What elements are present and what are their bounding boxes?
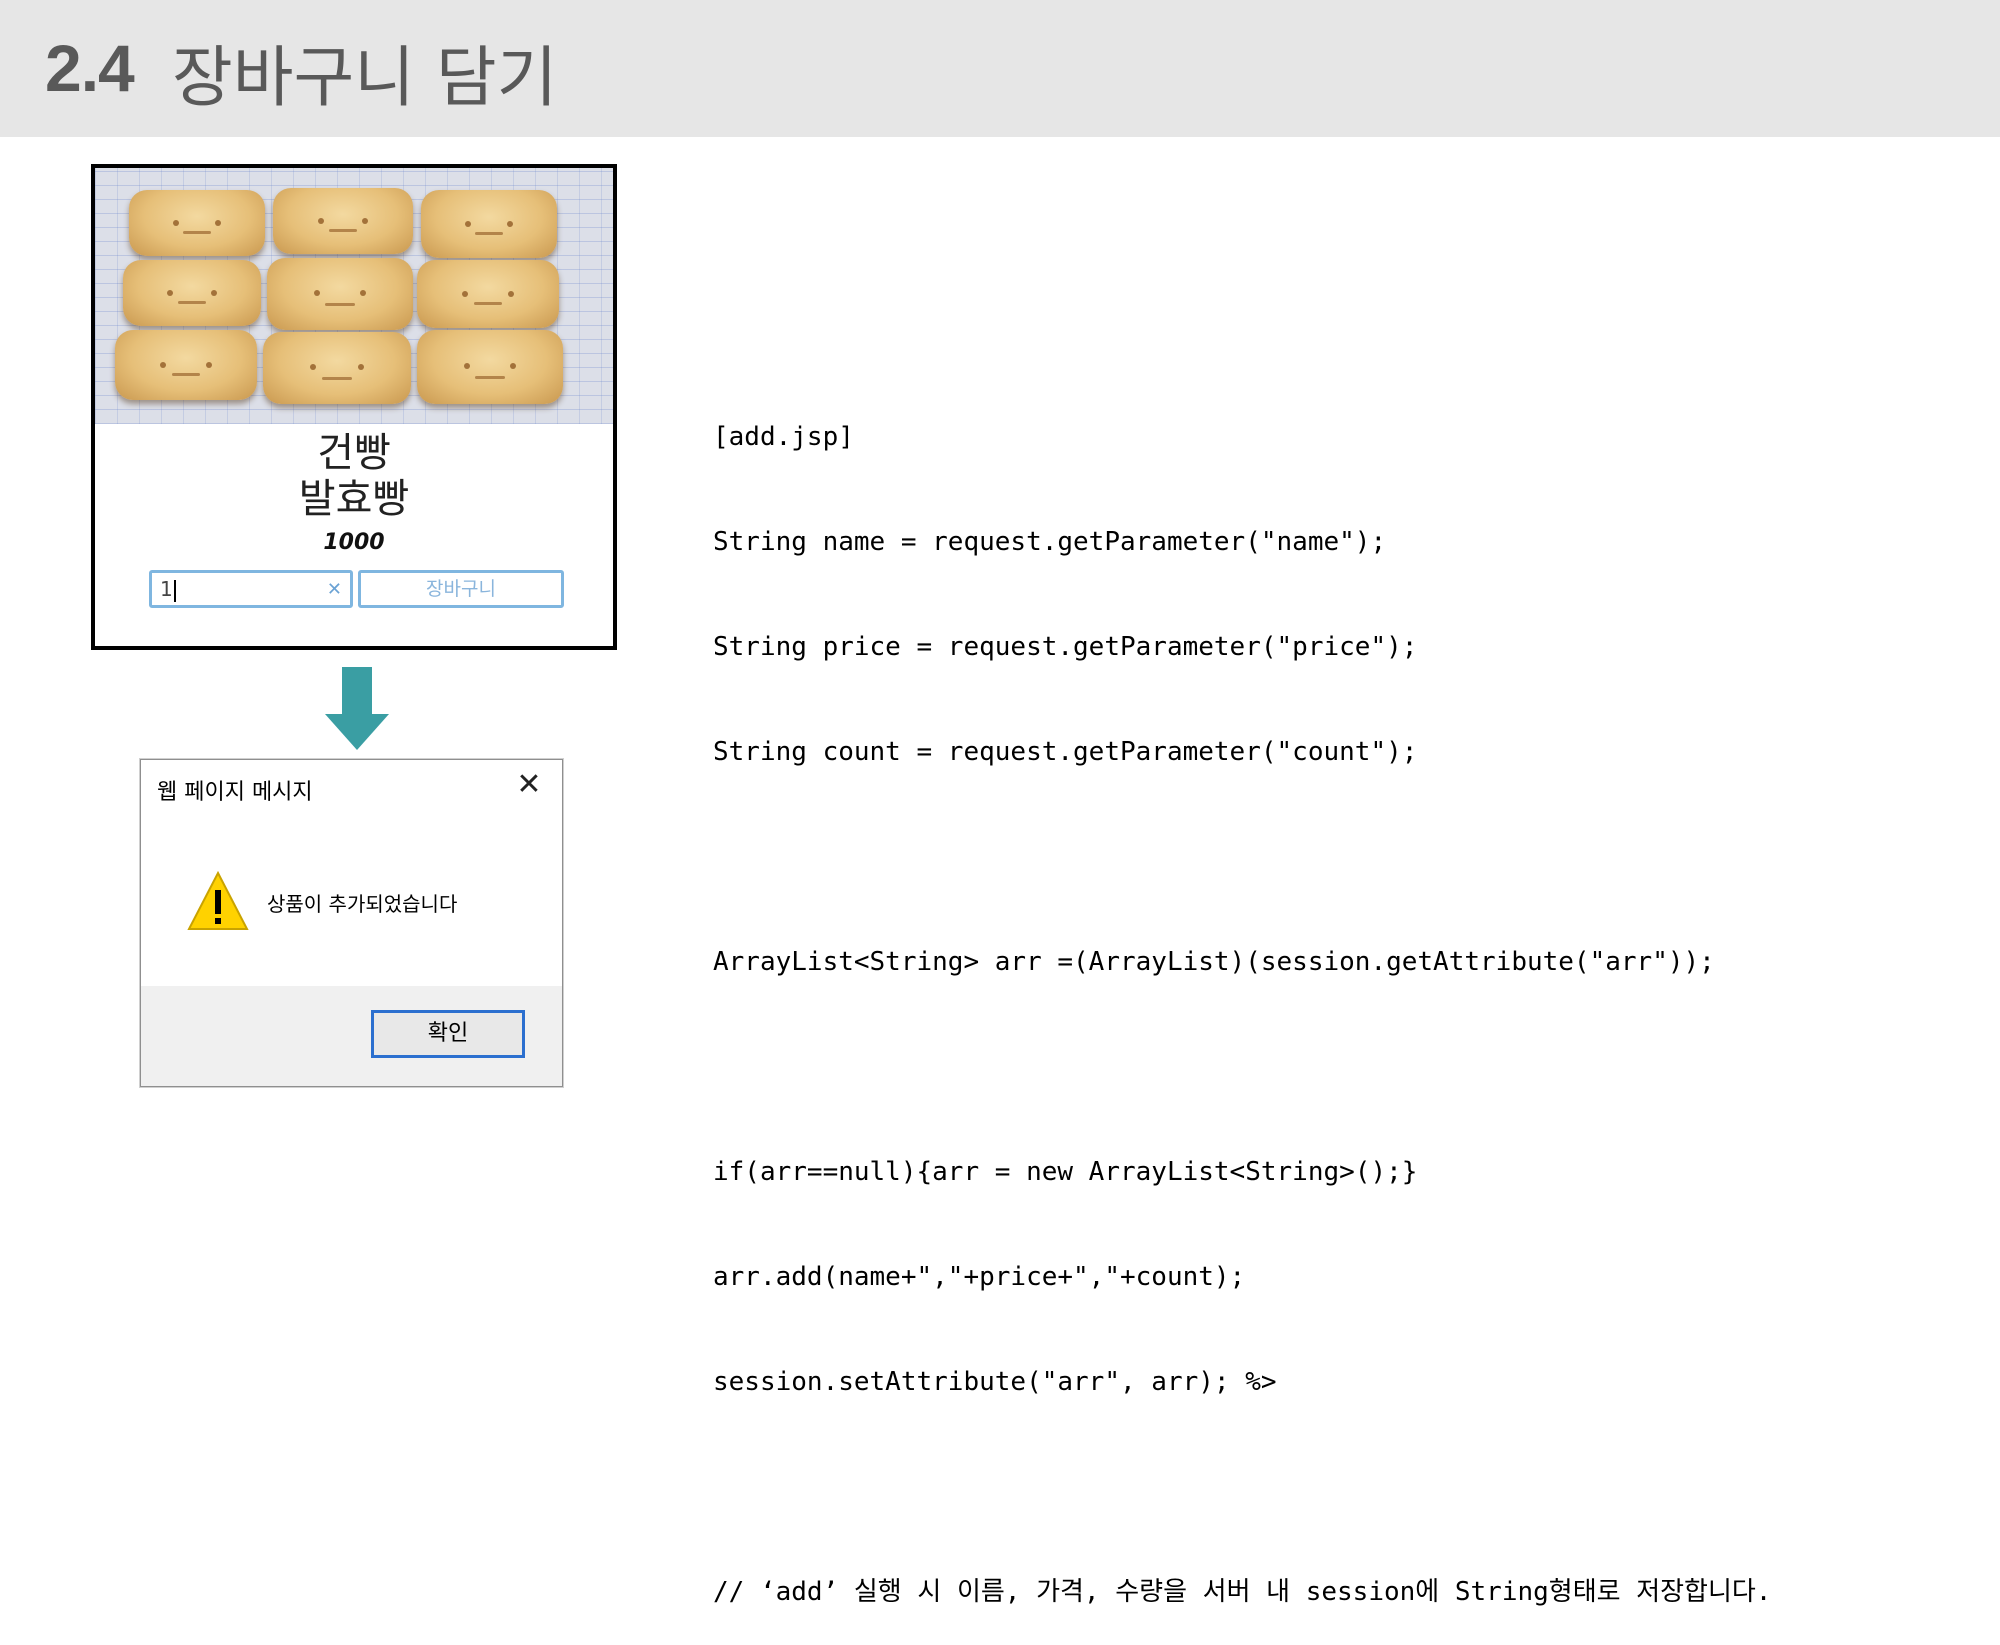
code-line: if(arr==null){arr = new ArrayList<String… [713, 1157, 1418, 1187]
slide-header: 2.4 장바구니 담기 [0, 0, 2000, 137]
down-arrow-icon [342, 667, 372, 715]
product-card: 건빵 발효빵 1000 1 ✕ 장바구니 [91, 164, 617, 650]
code-line: arr.add(name+","+price+","+count); [713, 1262, 1246, 1292]
code-block: [add.jsp] String name = request.getParam… [713, 350, 1771, 1645]
code-line: String price = request.getParameter("pri… [713, 632, 1418, 662]
close-icon[interactable]: ✕ [514, 770, 544, 800]
warning-icon [187, 870, 249, 930]
ok-button[interactable]: 확인 [371, 1010, 525, 1058]
code-line: String count = request.getParameter("cou… [713, 737, 1418, 767]
quantity-input[interactable]: 1 ✕ [149, 570, 353, 608]
code-line: String name = request.getParameter("name… [713, 527, 1387, 557]
code-line: ArrayList<String> arr =(ArrayList)(sessi… [713, 947, 1715, 977]
section-number: 2.4 [45, 31, 135, 105]
code-line: [add.jsp] [713, 422, 854, 452]
alert-dialog: 웹 페이지 메시지 ✕ 상품이 추가되었습니다 확인 [140, 759, 563, 1087]
quantity-value: 1 [160, 577, 173, 601]
close-icon[interactable]: ✕ [327, 579, 342, 600]
text-caret [173, 579, 176, 602]
code-line: session.setAttribute("arr", arr); %> [713, 1367, 1277, 1397]
product-price: 1000 [323, 530, 385, 555]
product-image [95, 168, 613, 424]
code-comment: // ‘add’ 실행 시 이름, 가격, 수량을 서버 내 session에 … [713, 1577, 1772, 1607]
dialog-message: 상품이 추가되었습니다 [267, 892, 458, 916]
product-name-secondary: 발효빵 [298, 476, 410, 522]
add-to-cart-button[interactable]: 장바구니 [358, 570, 564, 608]
section-title: 장바구니 담기 [172, 39, 558, 116]
dialog-title: 웹 페이지 메시지 [157, 780, 313, 805]
down-arrow-head [325, 714, 389, 750]
